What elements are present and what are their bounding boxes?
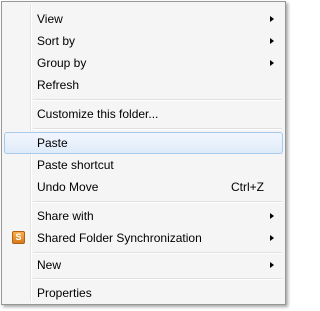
menu-item-sort-by-label: Sort by [37, 34, 76, 48]
menu-item-new-label: New [37, 258, 62, 272]
submenu-arrow-icon [270, 38, 274, 44]
menu-item-shared-folder-sync[interactable]: S Shared Folder Synchronization [4, 227, 283, 249]
menu-item-undo-move[interactable]: Undo Move Ctrl+Z [4, 176, 283, 198]
menu-item-refresh-label: Refresh [37, 78, 80, 92]
menu-item-share-with[interactable]: Share with [4, 205, 283, 227]
menu-item-share-with-label: Share with [37, 209, 94, 223]
menu-separator [33, 128, 282, 130]
menu-separator [33, 201, 282, 203]
menu-item-new[interactable]: New [4, 254, 283, 276]
menu-item-view[interactable]: View [4, 8, 283, 30]
submenu-arrow-icon [270, 235, 274, 241]
menu-item-paste-label: Paste [37, 136, 68, 150]
menu-item-view-label: View [37, 12, 63, 26]
keyboard-shortcut: Ctrl+Z [231, 180, 264, 194]
submenu-arrow-icon [270, 262, 274, 268]
menu-item-properties-label: Properties [37, 286, 92, 300]
menu-item-paste-shortcut-label: Paste shortcut [37, 158, 114, 172]
menu-item-paste-shortcut[interactable]: Paste shortcut [4, 154, 283, 176]
submenu-arrow-icon [270, 213, 274, 219]
menu-item-customize-folder[interactable]: Customize this folder... [4, 103, 283, 125]
menu-separator [33, 278, 282, 280]
menu-item-sort-by[interactable]: Sort by [4, 30, 283, 52]
submenu-arrow-icon [270, 60, 274, 66]
menu-item-refresh[interactable]: Refresh [4, 74, 283, 96]
context-menu: View Sort by Group by Refresh Customize … [1, 1, 286, 305]
menu-item-customize-label: Customize this folder... [37, 107, 159, 121]
menu-item-shared-folder-sync-label: Shared Folder Synchronization [37, 231, 202, 245]
menu-separator [33, 99, 282, 101]
menu-item-group-by[interactable]: Group by [4, 52, 283, 74]
menu-item-paste[interactable]: Paste [4, 132, 283, 154]
menu-item-undo-move-label: Undo Move [37, 180, 99, 194]
menu-item-group-by-label: Group by [37, 56, 87, 70]
menu-item-properties[interactable]: Properties [4, 282, 283, 304]
shared-folder-sync-icon: S [12, 231, 25, 244]
submenu-arrow-icon [270, 16, 274, 22]
